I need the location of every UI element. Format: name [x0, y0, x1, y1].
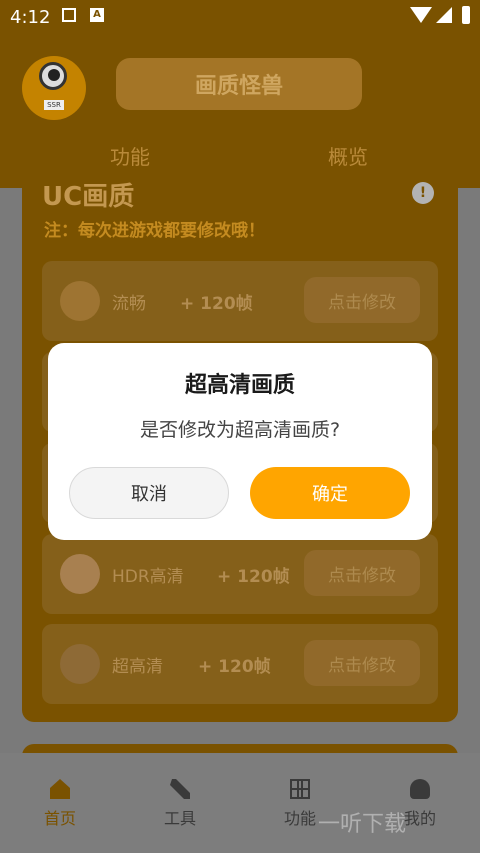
confirm-dialog: 超高清画质 是否修改为超高清画质? 取消 确定: [48, 343, 432, 540]
signal-icon: [436, 7, 452, 23]
nav-label: 工具: [163, 809, 196, 828]
rabbit-icon: [60, 554, 100, 594]
confirm-button[interactable]: 确定: [250, 467, 410, 519]
wifi-icon: [410, 7, 432, 23]
grid-icon: [290, 779, 310, 799]
image-notification-icon: [62, 8, 76, 22]
option-fps: + 120帧: [198, 657, 271, 677]
app-title: 画质怪兽: [116, 58, 362, 110]
option-fps: + 120帧: [217, 567, 290, 587]
avatar-pupil-icon: [48, 69, 60, 81]
nav-item-home[interactable]: 首页: [0, 753, 120, 853]
tools-icon: [170, 779, 190, 799]
nav-label: 首页: [43, 809, 76, 828]
header: SSR 画质怪兽 功能 概览: [0, 34, 480, 188]
modify-button[interactable]: 点击修改: [304, 550, 420, 596]
tab-function[interactable]: 功能: [110, 141, 150, 170]
watermark: 一听下载: [318, 812, 407, 837]
battery-icon: [462, 6, 470, 24]
option-ultra-hd: 超高清 + 120帧 点击修改: [42, 624, 438, 704]
section-note: 注：每次进游戏都要修改哦！: [44, 221, 265, 241]
option-hdr: HDR高清 + 120帧 点击修改: [42, 534, 438, 614]
status-bar: 4:12 A: [0, 0, 480, 34]
modify-button[interactable]: 点击修改: [304, 640, 420, 686]
option-name: 超高清: [112, 657, 163, 677]
option-smooth: 流畅 + 120帧 点击修改: [42, 261, 438, 341]
info-icon[interactable]: !: [412, 182, 434, 204]
modify-button[interactable]: 点击修改: [304, 277, 420, 323]
mouse-icon: [60, 281, 100, 321]
tab-overview[interactable]: 概览: [328, 141, 368, 170]
app-notification-icon: A: [90, 8, 104, 22]
nav-item-profile[interactable]: 我的: [360, 753, 480, 853]
nav-item-tools[interactable]: 工具: [120, 753, 240, 853]
option-name: 流畅: [112, 294, 146, 314]
user-icon: [410, 779, 430, 799]
status-time: 4:12: [10, 6, 51, 28]
dialog-message: 是否修改为超高清画质?: [139, 419, 341, 441]
cancel-button[interactable]: 取消: [69, 467, 229, 519]
dialog-title: 超高清画质: [184, 373, 295, 398]
dragon-icon: [60, 644, 100, 684]
option-fps: + 120帧: [180, 294, 253, 314]
section-title: UC画质: [42, 182, 135, 212]
home-icon: [50, 779, 70, 799]
avatar[interactable]: SSR: [22, 56, 86, 120]
avatar-tag-icon: SSR: [44, 100, 64, 110]
nav-item-function[interactable]: 功能: [240, 753, 360, 853]
option-name: HDR高清: [112, 567, 184, 587]
bottom-nav: 首页 工具 功能 我的: [0, 753, 480, 853]
